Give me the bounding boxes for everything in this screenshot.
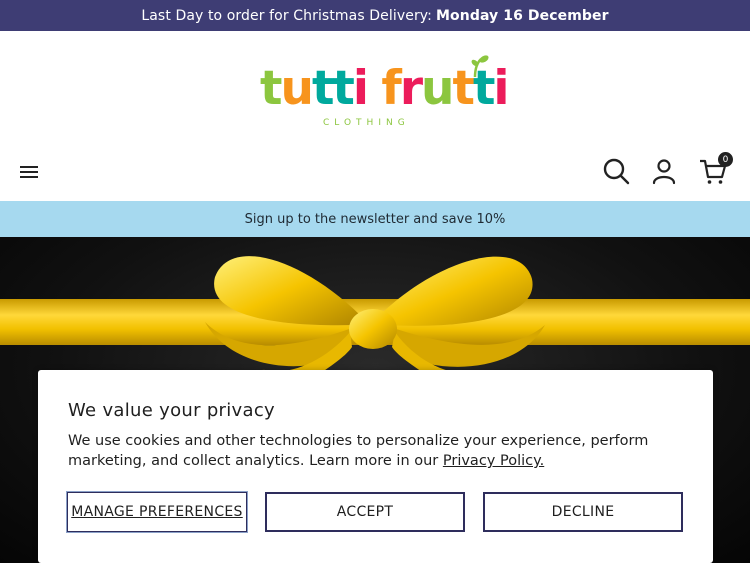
cart-count-badge: 0 xyxy=(718,152,733,167)
privacy-policy-link[interactable]: Privacy Policy. xyxy=(443,453,544,469)
dialog-body: We use cookies and other technologies to… xyxy=(68,431,688,471)
logo-letter xyxy=(367,61,381,116)
logo-letter: u xyxy=(421,61,454,116)
account-button[interactable] xyxy=(648,155,680,187)
account-icon xyxy=(652,159,676,185)
announcement-highlight: Monday 16 December xyxy=(436,7,609,24)
logo-letter: t xyxy=(260,61,283,116)
logo-letter: i xyxy=(352,61,369,116)
menu-icon xyxy=(20,166,38,168)
dialog-title: We value your privacy xyxy=(68,400,275,421)
logo-letter: i xyxy=(493,61,509,116)
logo-subtitle: CLOTHING xyxy=(323,118,410,128)
logo-letter: f xyxy=(381,61,402,116)
newsletter-banner[interactable]: Sign up to the newsletter and save 10% xyxy=(0,201,750,237)
leaf-icon xyxy=(471,55,489,78)
accept-button[interactable]: ACCEPT xyxy=(265,492,465,532)
announcement-text: Last Day to order for Christmas Delivery… xyxy=(141,7,432,24)
logo-letter: t xyxy=(332,61,355,116)
announcement-bar: Last Day to order for Christmas Delivery… xyxy=(0,0,750,31)
privacy-consent-dialog: We value your privacy We use cookies and… xyxy=(38,370,713,563)
decline-button[interactable]: DECLINE xyxy=(483,492,683,532)
logo-letter: r xyxy=(399,61,423,116)
logo-letter: t xyxy=(311,61,335,116)
brand-logo[interactable]: tutti frutti CLOTHING xyxy=(255,53,510,135)
dialog-body-text: We use cookies and other technologies to… xyxy=(68,433,649,469)
cart-button[interactable]: 0 xyxy=(697,152,733,187)
search-button[interactable] xyxy=(600,155,632,187)
menu-button[interactable] xyxy=(20,162,42,182)
search-icon xyxy=(603,158,630,185)
site-header: tutti frutti CLOTHING 0 xyxy=(0,31,750,201)
manage-preferences-button[interactable]: MANAGE PREFERENCES xyxy=(66,491,248,533)
logo-letter: u xyxy=(280,61,313,116)
